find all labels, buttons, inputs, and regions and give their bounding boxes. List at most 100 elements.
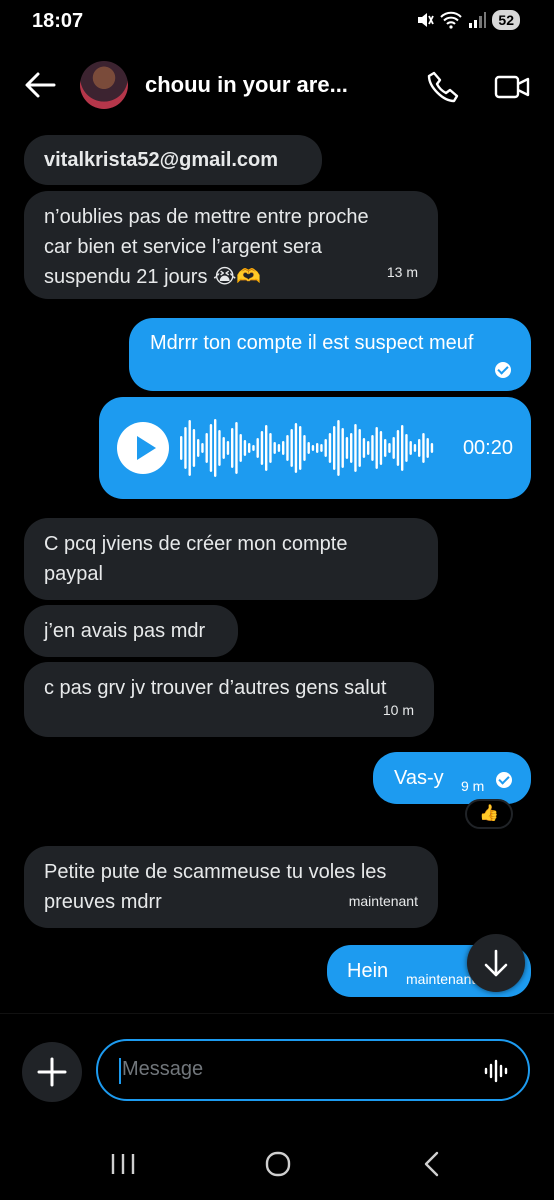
- battery-indicator: 52: [492, 10, 520, 30]
- scroll-to-bottom-button[interactable]: [467, 934, 525, 992]
- recent-apps-icon[interactable]: [110, 1152, 136, 1176]
- status-time: 18:07: [32, 10, 84, 32]
- message-bubble[interactable]: Petite pute de scammeuse tu voles les pr…: [24, 846, 438, 928]
- mute-icon: [418, 13, 435, 27]
- waveform-bar: [337, 420, 340, 476]
- voice-record-icon[interactable]: [484, 1059, 510, 1083]
- message-text: Mdrrr ton compte il est suspect meuf: [150, 332, 474, 354]
- waveform-bar: [222, 437, 225, 459]
- waveform-bar: [273, 442, 276, 454]
- signal-icon: [469, 12, 487, 28]
- message-bubble[interactable]: c pas grv jv trouver d’autres gens salut…: [24, 662, 434, 737]
- waveform-bar: [384, 439, 387, 457]
- waveform-bar: [311, 445, 315, 451]
- waveform-bar: [265, 425, 268, 471]
- message-text: Vas-y: [394, 767, 444, 789]
- waveform-bar: [401, 425, 404, 471]
- status-bar: 18:07 52: [0, 0, 554, 44]
- phone-icon[interactable]: [426, 70, 460, 104]
- message-text: n’oublies pas de mettre entre proche car…: [44, 206, 369, 288]
- waveform-bar: [282, 441, 285, 455]
- waveform-bar: [307, 442, 310, 454]
- conversation-title[interactable]: chouu in your are...: [145, 72, 348, 98]
- waveform-bar: [303, 435, 306, 461]
- message-text: Hein: [347, 960, 389, 982]
- arrow-down-icon: [484, 949, 508, 977]
- message-text: Petite pute de scammeuse tu voles les pr…: [44, 861, 387, 913]
- waveform-bar: [239, 434, 242, 462]
- waveform-bar: [392, 437, 395, 459]
- waveform-bar: [231, 428, 234, 468]
- message-bubble[interactable]: Vas-y 9 m: [373, 752, 531, 804]
- message-timestamp: 9 m: [461, 778, 485, 794]
- waveform-bar: [248, 443, 251, 453]
- message-bubble[interactable]: C pcq jviens de créer mon compte paypal: [24, 518, 438, 600]
- waveform-bar: [184, 427, 187, 469]
- wifi-icon: [440, 11, 463, 29]
- play-icon[interactable]: [117, 422, 169, 474]
- message-input[interactable]: Message: [96, 1039, 530, 1101]
- message-text: vitalkrista52@gmail.com: [44, 149, 279, 171]
- waveform-bar: [333, 426, 336, 470]
- conversation-header: chouu in your are...: [0, 52, 554, 116]
- waveform-bar: [388, 443, 391, 453]
- waveform-bar: [192, 429, 196, 467]
- read-receipt-icon: [496, 772, 512, 788]
- message-timestamp: maintenant: [406, 971, 476, 987]
- video-camera-icon[interactable]: [494, 72, 530, 102]
- add-attachment-button[interactable]: [22, 1042, 82, 1102]
- waveform-bar: [367, 441, 370, 455]
- waveform-bar: [350, 433, 353, 463]
- waveform-bar: [418, 439, 421, 457]
- message-bubble[interactable]: vitalkrista52@gmail.com: [24, 135, 322, 185]
- waveform-bar: [256, 438, 259, 458]
- waveform-bar: [252, 445, 255, 451]
- waveform-bar: [320, 444, 323, 452]
- waveform-bar: [396, 430, 400, 466]
- message-text: C pcq jviens de créer mon compte paypal: [44, 533, 348, 585]
- waveform-bar: [197, 439, 200, 457]
- message-timestamp: 10 m: [382, 702, 414, 718]
- waveform-bar: [422, 433, 425, 463]
- waveform-bar: [209, 424, 213, 472]
- waveform-bar: [316, 443, 319, 453]
- back-icon[interactable]: [422, 1150, 442, 1178]
- back-arrow-icon[interactable]: [22, 68, 58, 102]
- message-bubble[interactable]: Mdrrr ton compte il est suspect meuf: [129, 318, 531, 391]
- waveform-bar: [205, 433, 208, 463]
- waveform[interactable]: [179, 415, 434, 481]
- message-timestamp: maintenant: [348, 893, 418, 909]
- waveform-bar: [405, 434, 408, 462]
- waveform-bar: [188, 420, 191, 476]
- waveform-bar: [243, 440, 247, 456]
- reaction-badge[interactable]: 👍: [465, 799, 513, 829]
- home-icon[interactable]: [264, 1150, 292, 1178]
- waveform-bar: [324, 439, 327, 457]
- waveform-bar: [214, 419, 217, 477]
- read-receipt-icon: [495, 362, 511, 378]
- message-text: c pas grv jv trouver d’autres gens salut: [44, 677, 387, 699]
- plus-icon: [37, 1057, 67, 1087]
- voice-message[interactable]: 00:20: [99, 397, 531, 499]
- avatar[interactable]: [80, 61, 128, 109]
- voice-duration: 00:20: [462, 437, 513, 459]
- system-navigation-bar: [0, 1140, 554, 1190]
- message-placeholder: Message: [122, 1058, 204, 1080]
- waveform-bar: [180, 436, 183, 460]
- waveform-bar: [328, 433, 332, 463]
- waveform-bar: [290, 429, 293, 467]
- waveform-bar: [260, 431, 264, 465]
- waveform-bar: [413, 444, 417, 452]
- message-bubble[interactable]: n’oublies pas de mettre entre proche car…: [24, 191, 438, 299]
- waveform-bar: [362, 438, 366, 458]
- message-timestamp: 13 m: [386, 264, 418, 280]
- waveform-bar: [201, 443, 204, 453]
- text-caret: [119, 1058, 121, 1084]
- waveform-bar: [371, 435, 374, 461]
- waveform-bar: [426, 438, 429, 458]
- composer-divider: [0, 1013, 554, 1014]
- waveform-bar: [430, 443, 434, 453]
- waveform-bar: [226, 441, 230, 455]
- message-bubble[interactable]: j’en avais pas mdr: [24, 605, 238, 657]
- waveform-bar: [294, 423, 298, 473]
